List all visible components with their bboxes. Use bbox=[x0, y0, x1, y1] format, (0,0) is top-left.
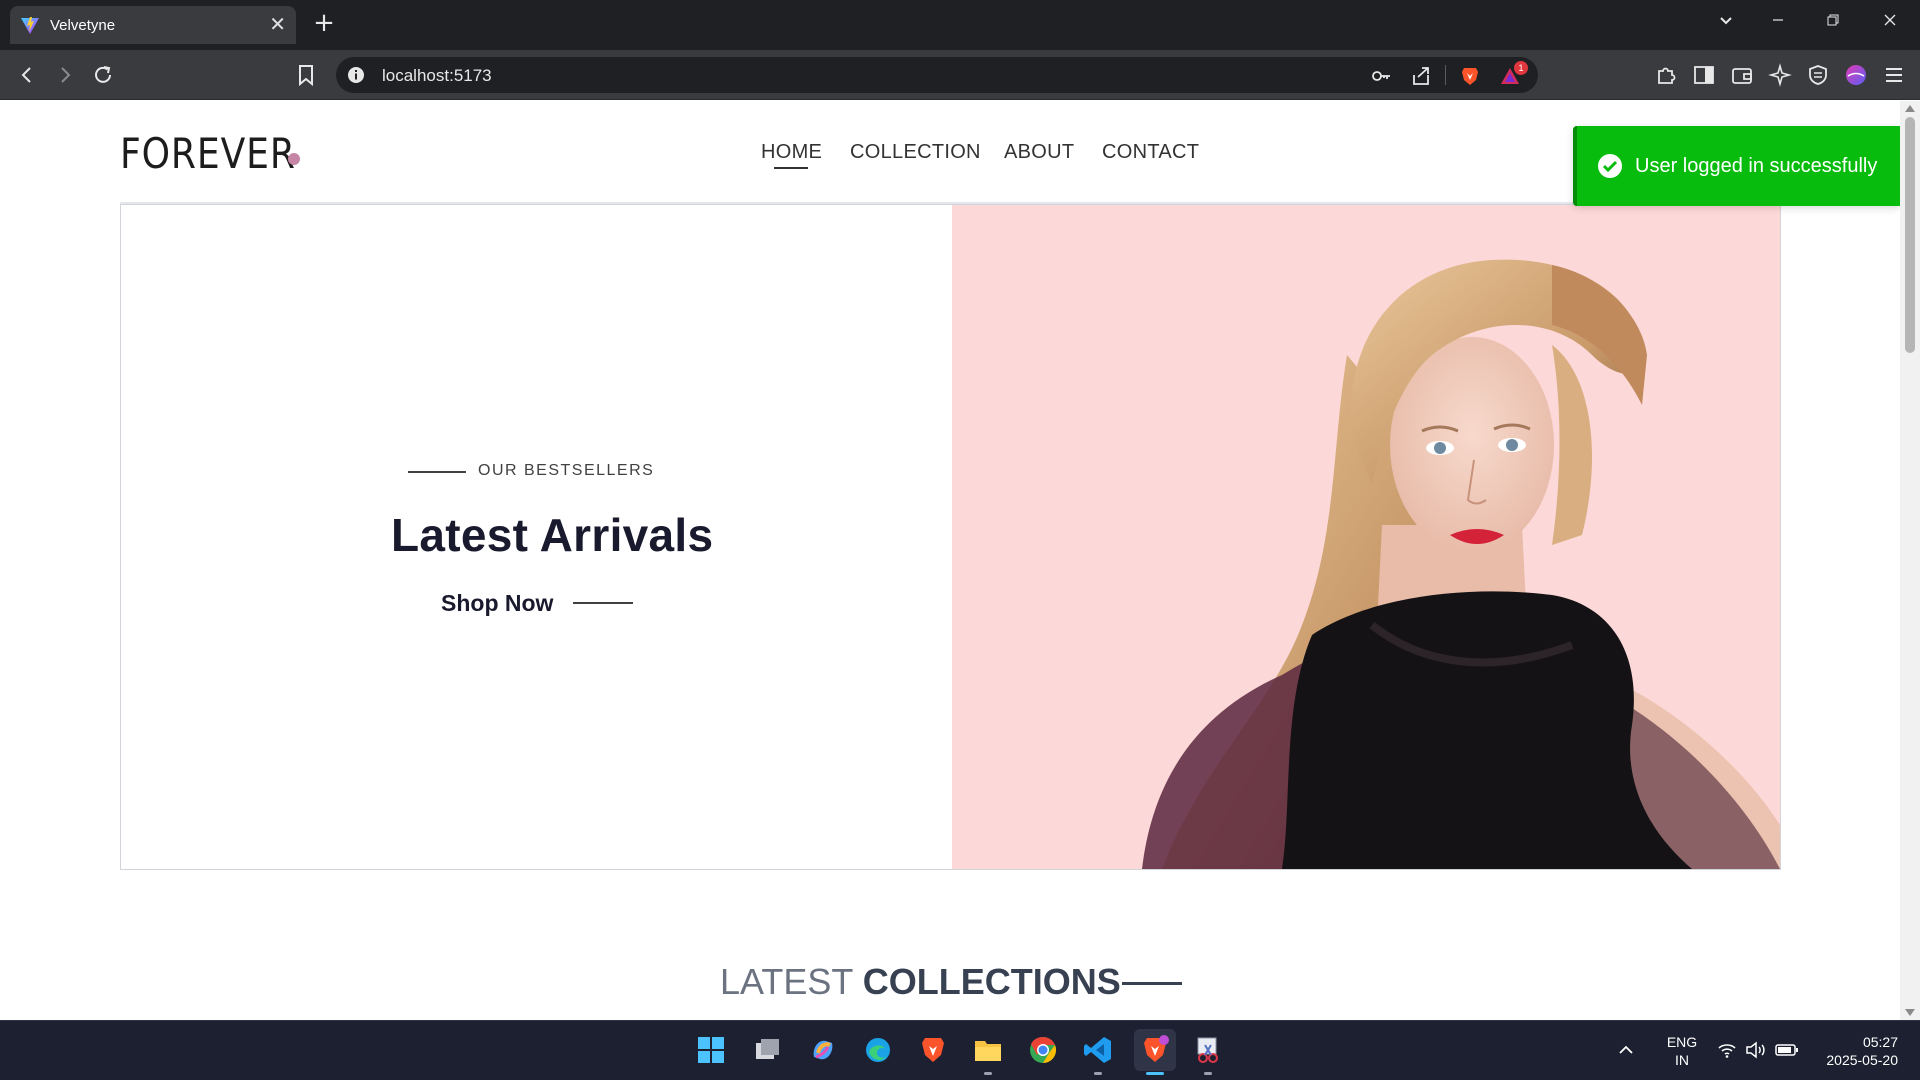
section-title-line bbox=[1122, 982, 1182, 985]
nav-home[interactable]: HOME bbox=[761, 141, 822, 164]
page-viewport: FOREVER HOME COLLECTION ABOUT CONTACT OU… bbox=[0, 101, 1900, 1020]
copilot-icon[interactable] bbox=[805, 1032, 841, 1068]
page-scrollbar[interactable] bbox=[1900, 101, 1920, 1020]
scroll-up-arrow-icon[interactable] bbox=[1905, 105, 1915, 112]
section-title-light: LATEST bbox=[720, 961, 853, 1002]
section-title-bold: COLLECTIONS bbox=[862, 961, 1121, 1002]
scroll-down-arrow-icon[interactable] bbox=[1905, 1009, 1915, 1016]
wifi-icon[interactable] bbox=[1716, 1032, 1738, 1068]
hero-banner: OUR BESTSELLERS Latest Arrivals Shop Now bbox=[120, 204, 1781, 870]
snipping-tool-icon[interactable] bbox=[1190, 1032, 1226, 1068]
vite-favicon-icon bbox=[21, 17, 39, 34]
brave-icon[interactable] bbox=[915, 1032, 951, 1068]
region-code: IN bbox=[1675, 1052, 1689, 1068]
eyebrow-line bbox=[408, 471, 466, 473]
toast-message: User logged in successfully bbox=[1635, 154, 1878, 177]
shop-now-line bbox=[573, 602, 633, 604]
browser-tab-bar: Velvetyne ✕ + bbox=[0, 0, 1920, 50]
minimize-icon[interactable] bbox=[1766, 12, 1790, 36]
windows-taskbar: ENG IN 05:27 2025-05-20 bbox=[0, 1020, 1920, 1080]
file-explorer-icon[interactable] bbox=[970, 1032, 1006, 1068]
browser-toolbar: localhost:5173 1 bbox=[0, 50, 1920, 100]
volume-icon[interactable] bbox=[1744, 1032, 1768, 1068]
hero-text-panel: OUR BESTSELLERS Latest Arrivals Shop Now bbox=[121, 205, 952, 869]
bookmark-icon[interactable] bbox=[293, 62, 319, 88]
chrome-icon[interactable] bbox=[1025, 1032, 1061, 1068]
snipping-tool-running-indicator bbox=[1204, 1072, 1212, 1075]
tab-title: Velvetyne bbox=[50, 16, 116, 34]
notification-badge: 1 bbox=[1514, 61, 1528, 75]
vscode-icon[interactable] bbox=[1080, 1032, 1116, 1068]
task-view-icon[interactable] bbox=[749, 1032, 785, 1068]
key-icon[interactable] bbox=[1370, 65, 1392, 87]
back-icon[interactable] bbox=[14, 62, 40, 88]
close-window-icon[interactable] bbox=[1878, 12, 1902, 36]
battery-icon[interactable] bbox=[1774, 1032, 1800, 1068]
extensions-icon[interactable] bbox=[1654, 63, 1678, 87]
nav-home-underline bbox=[774, 167, 808, 169]
brave-active-window-icon[interactable] bbox=[1134, 1029, 1176, 1071]
logo-dot bbox=[288, 153, 300, 165]
windows-start-icon[interactable] bbox=[693, 1032, 729, 1068]
brave-active-indicator bbox=[1146, 1072, 1164, 1075]
profile-avatar-icon[interactable] bbox=[1844, 63, 1868, 87]
show-hidden-icons-chevron-icon[interactable] bbox=[1614, 1032, 1638, 1068]
language-indicator[interactable]: ENG IN bbox=[1664, 1033, 1700, 1069]
nav-contact[interactable]: CONTACT bbox=[1102, 141, 1199, 164]
share-icon[interactable] bbox=[1410, 65, 1432, 87]
scrollbar-thumb[interactable] bbox=[1905, 117, 1915, 353]
shop-now-link[interactable]: Shop Now bbox=[441, 590, 553, 617]
url-text[interactable]: localhost:5173 bbox=[382, 66, 492, 86]
clock[interactable]: 05:27 2025-05-20 bbox=[1812, 1033, 1898, 1069]
clock-date: 2025-05-20 bbox=[1826, 1052, 1898, 1068]
hero-eyebrow: OUR BESTSELLERS bbox=[478, 462, 655, 479]
edge-icon[interactable] bbox=[860, 1032, 896, 1068]
new-tab-button[interactable]: + bbox=[310, 10, 338, 38]
nav-collection[interactable]: COLLECTION bbox=[850, 141, 981, 164]
hero-image bbox=[952, 205, 1780, 869]
vpn-shield-icon[interactable] bbox=[1806, 63, 1830, 87]
language-code: ENG bbox=[1666, 1034, 1698, 1050]
site-logo[interactable]: FOREVER bbox=[120, 129, 296, 178]
address-bar[interactable]: localhost:5173 1 bbox=[336, 57, 1538, 93]
clock-time: 05:27 bbox=[1862, 1034, 1898, 1050]
tab-close-icon[interactable]: ✕ bbox=[269, 15, 286, 35]
hero-model-illustration bbox=[1142, 259, 1780, 869]
vscode-running-indicator bbox=[1094, 1072, 1102, 1075]
reload-icon[interactable] bbox=[90, 62, 116, 88]
sidebar-icon[interactable] bbox=[1692, 63, 1716, 87]
nav-about[interactable]: ABOUT bbox=[1004, 141, 1074, 164]
tab-search-chevron-icon[interactable] bbox=[1714, 12, 1738, 36]
leo-ai-icon[interactable] bbox=[1768, 63, 1792, 87]
forward-icon[interactable] bbox=[52, 62, 78, 88]
site-info-icon[interactable] bbox=[346, 65, 366, 85]
hero-title: Latest Arrivals bbox=[391, 509, 714, 561]
success-toast[interactable]: User logged in successfully bbox=[1573, 126, 1900, 206]
check-circle-icon bbox=[1598, 154, 1622, 178]
tab-velvetyne[interactable]: Velvetyne ✕ bbox=[10, 6, 296, 44]
omnibox-divider bbox=[1445, 65, 1446, 85]
file-explorer-running-indicator bbox=[984, 1072, 992, 1075]
brave-shields-icon[interactable] bbox=[1459, 65, 1481, 87]
menu-icon[interactable] bbox=[1882, 63, 1906, 87]
latest-collections-title: LATEST COLLECTIONS bbox=[720, 961, 1121, 1003]
restore-icon[interactable] bbox=[1821, 12, 1845, 36]
wallet-icon[interactable] bbox=[1730, 63, 1754, 87]
